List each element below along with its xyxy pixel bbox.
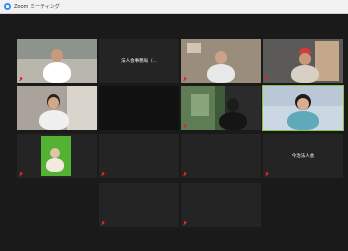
- participant-video: [39, 110, 69, 130]
- mic-muted-icon: [19, 172, 23, 176]
- participant-tile[interactable]: 今治法人会: [263, 134, 343, 178]
- video-background: [67, 86, 97, 130]
- participant-video: [287, 111, 319, 130]
- mic-muted-icon: [183, 124, 187, 128]
- participant-tile[interactable]: [181, 134, 261, 178]
- participant-video: [50, 148, 60, 158]
- participant-tile[interactable]: 法人会事務局（...: [99, 39, 179, 83]
- participant-tile[interactable]: [99, 86, 179, 130]
- participant-video: [219, 112, 247, 130]
- mic-muted-icon: [265, 172, 269, 176]
- participant-tile-active-speaker[interactable]: [262, 85, 344, 131]
- participant-video: [299, 53, 311, 65]
- participant-tile[interactable]: [181, 39, 261, 83]
- participant-tile[interactable]: [99, 134, 179, 178]
- participant-video: [51, 49, 63, 62]
- mic-muted-icon: [101, 172, 105, 176]
- participant-video: [297, 98, 309, 110]
- window-title: Zoom ミーティング: [14, 4, 60, 10]
- participant-name: 今治法人会: [291, 154, 315, 159]
- video-background: [187, 43, 201, 53]
- participant-video: [48, 97, 59, 109]
- video-background: [191, 94, 209, 116]
- mic-muted-icon: [183, 221, 187, 225]
- participant-video: [46, 158, 64, 172]
- gallery-view: 法人会事務局（... 今治法人会: [0, 14, 348, 251]
- participant-tile[interactable]: [99, 183, 179, 227]
- participant-tile[interactable]: [17, 86, 97, 130]
- participant-tile[interactable]: [181, 86, 261, 130]
- participant-tile[interactable]: [17, 134, 97, 178]
- participant-tile[interactable]: [17, 39, 97, 83]
- participant-tile[interactable]: [181, 183, 261, 227]
- mic-muted-icon: [183, 77, 187, 81]
- mic-muted-icon: [19, 77, 23, 81]
- mic-muted-icon: [183, 172, 187, 176]
- participant-video: [291, 65, 319, 83]
- zoom-app-icon: [4, 3, 11, 10]
- mic-muted-icon: [101, 221, 105, 225]
- participant-video: [207, 64, 235, 83]
- participant-video: [227, 98, 239, 112]
- mic-muted-icon: [265, 77, 269, 81]
- participant-video: [215, 51, 227, 64]
- participant-tile[interactable]: [263, 39, 343, 83]
- participant-video: [43, 62, 71, 83]
- participant-name: 法人会事務局（...: [121, 59, 157, 64]
- window-titlebar: Zoom ミーティング: [0, 0, 348, 14]
